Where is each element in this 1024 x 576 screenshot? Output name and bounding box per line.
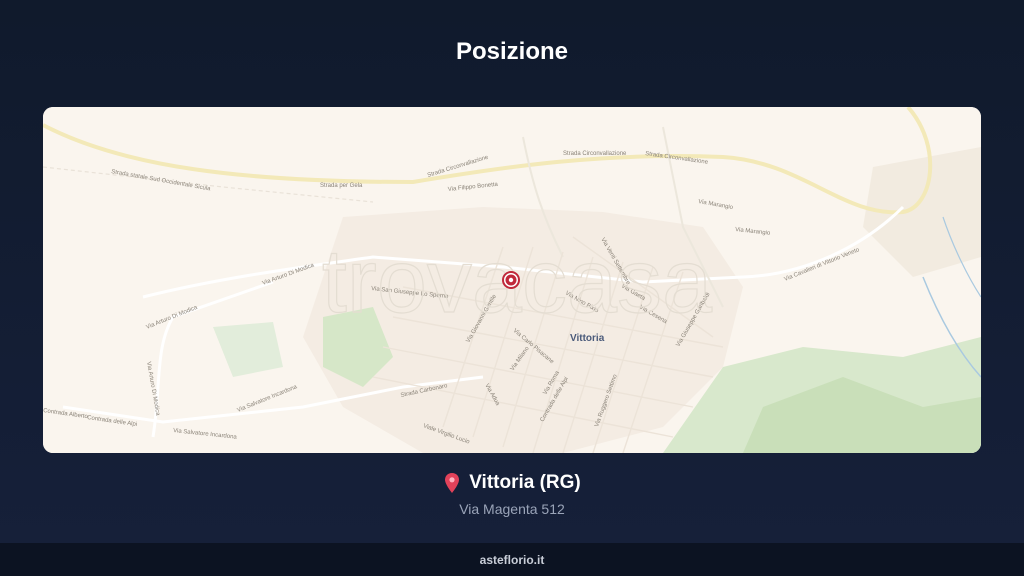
street-label: Strada per Gela [320,183,363,189]
page: Posizione Strada statale Sud Occidentale… [0,0,1024,576]
city-label: Vittoria [570,333,605,344]
street-label: Strada Circonvallazione [563,151,627,157]
location-row: Vittoria (RG) [0,472,1024,494]
location-city: Vittoria (RG) [469,472,581,493]
footer: asteflorio.it [0,543,1024,576]
location-address: Via Magenta 512 [459,501,565,517]
map[interactable]: Strada statale Sud Occidentale Sicula St… [43,107,981,453]
page-title: Posizione [455,38,569,65]
map-canvas[interactable]: Strada statale Sud Occidentale Sicula St… [43,107,981,453]
map-marker-icon[interactable] [502,271,520,289]
footer-brand[interactable]: asteflorio.it [480,553,545,567]
map-pin-icon [445,473,460,493]
